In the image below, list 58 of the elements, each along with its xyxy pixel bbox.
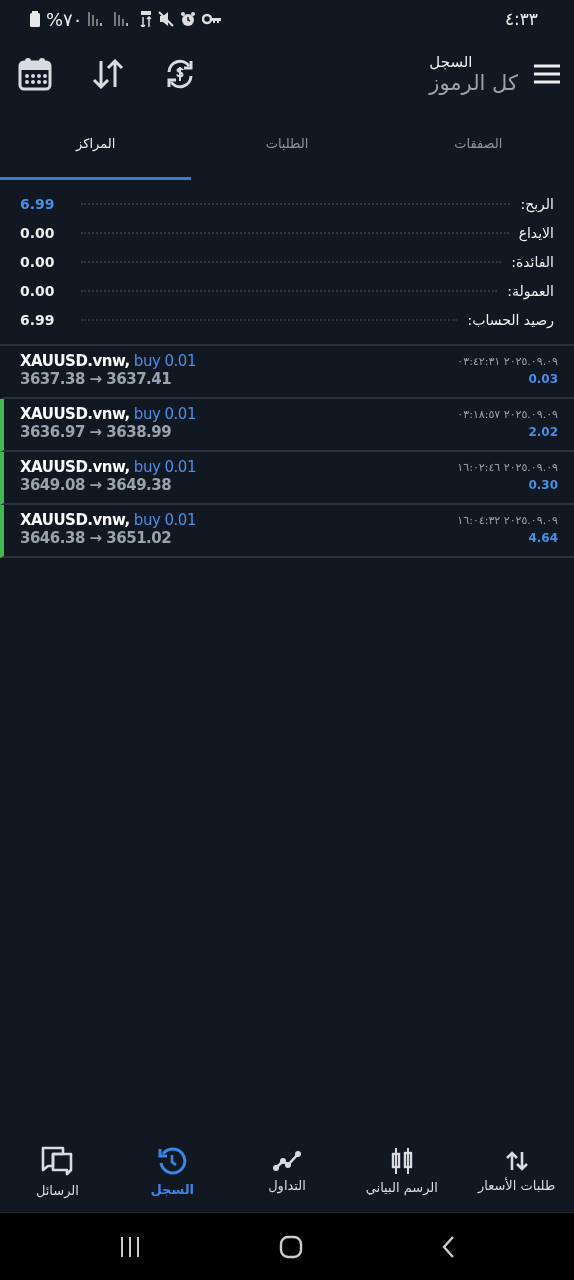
summary-value: 0.00 [20,282,55,299]
price-range: 3637.38 → 3637.41 [20,370,173,388]
back-icon[interactable] [441,1234,455,1259]
position-profit: 0.03 [528,372,558,386]
position-profit: 0.30 [528,478,558,492]
recent-apps-icon[interactable] [119,1236,141,1257]
screen-title: السجل [429,53,473,71]
nav-item[interactable]: التداول [229,1130,345,1212]
order-type: buy 0.01 [133,405,196,423]
battery-percentage: %٧٠ [46,8,83,30]
home-icon[interactable] [279,1234,303,1259]
position-symbol: XAUUSD.vnw, [20,458,130,476]
mute-icon [158,11,175,27]
summary-value: 0.00 [20,224,55,241]
line-chart-icon [273,1149,301,1172]
position-symbol: XAUUSD.vnw, [20,511,130,529]
tab[interactable]: المراكز [0,110,192,180]
summary-value: 6.99 [20,195,55,212]
symbol-filter[interactable]: كل الرموز [429,71,518,95]
summary-value: 0.00 [20,253,55,270]
candlestick-icon [389,1147,414,1174]
price-range: 3636.97 → 3638.99 [20,423,173,441]
position-symbol: XAUUSD.vnw, [20,405,130,423]
summary-label: الايداع [518,224,554,241]
summary-label: رصيد الحساب: [467,311,554,328]
price-range: 3649.08 → 3649.38 [20,476,173,494]
position-profit: 4.64 [528,531,558,545]
chat-icon [40,1144,75,1177]
nav-item[interactable]: السجل [114,1130,230,1212]
position-time: ٢٠٢٥.٠٩.٠٩ ٠٣:١٨:٥٧ [457,407,558,421]
calendar-icon[interactable] [18,57,52,91]
tab[interactable]: الطلبات [191,110,383,180]
summary-label: العمولة: [507,282,554,299]
menu-icon[interactable] [534,64,560,84]
data-arrows-icon [140,11,153,27]
order-type: buy 0.01 [133,352,196,370]
position-time: ٢٠٢٥.٠٩.٠٩ ٠٣:٤٢:٣١ [457,354,558,368]
position-time: ٢٠٢٥.٠٩.٠٩ ١٦:٠٢:٤٦ [457,460,558,474]
sort-icon[interactable] [92,59,124,89]
arrows-icon [504,1149,529,1172]
nav-item[interactable]: الرسم البياني [344,1130,460,1212]
summary-value: 6.99 [20,311,55,328]
tab[interactable]: الصفقات [382,110,574,180]
nav-item[interactable]: الرسائل [0,1130,115,1212]
order-type: buy 0.01 [133,458,196,476]
clock-time: ٤:٣٣ [504,9,538,29]
position-time: ٢٠٢٥.٠٩.٠٩ ١٦:٠٤:٣٢ [457,513,558,527]
alarm-icon [180,11,197,27]
battery-icon [30,11,40,27]
summary-label: الربح: [520,195,554,212]
summary-label: الفائدة: [511,253,554,270]
history-icon [157,1145,188,1176]
order-type: buy 0.01 [133,511,196,529]
key-icon [202,13,223,25]
price-range: 3646.38 → 3651.02 [20,529,173,547]
nav-item[interactable]: طلبات الأسعار [459,1130,574,1212]
position-symbol: XAUUSD.vnw, [20,352,130,370]
position-profit: 2.02 [528,425,558,439]
